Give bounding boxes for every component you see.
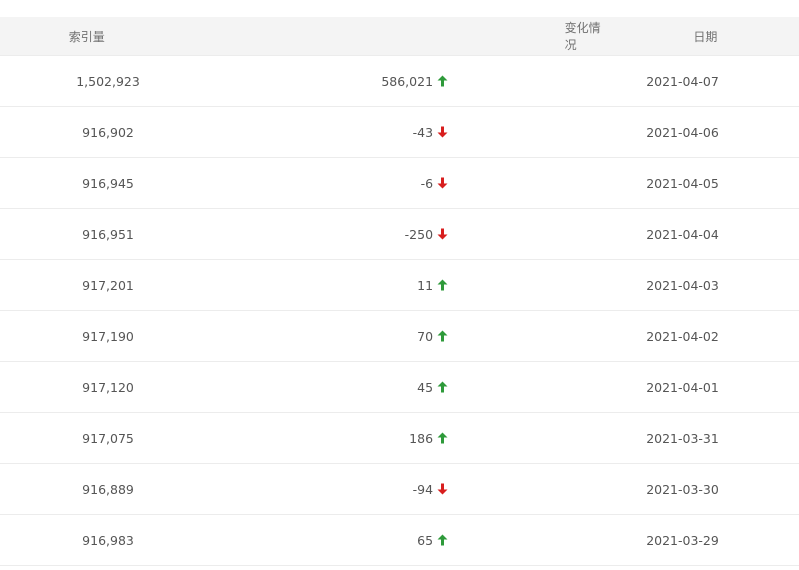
change-value-wrap: 45 (417, 380, 448, 395)
change-cell: 11 (216, 278, 448, 293)
table-row: 916,889 -94 2021-03-30 (0, 464, 799, 515)
date-cell: 2021-04-01 (646, 379, 719, 395)
change-value-wrap: 65 (417, 533, 448, 548)
change-value-wrap: 70 (417, 329, 448, 344)
index-count-cell: 916,889 (82, 481, 134, 497)
change-cell: 586,021 (216, 74, 448, 89)
index-count-cell: 917,201 (82, 277, 134, 293)
change-value: -6 (420, 175, 434, 191)
date-cell: 2021-03-30 (646, 481, 719, 497)
arrow-down-icon (437, 228, 448, 240)
change-value-wrap: 586,021 (381, 74, 448, 89)
header-date[interactable]: 日期 (612, 28, 799, 45)
arrow-up-icon (437, 75, 448, 87)
arrow-up-icon (437, 432, 448, 444)
index-count-cell: 916,951 (82, 226, 134, 242)
change-value: 70 (417, 328, 434, 344)
change-value-wrap: 186 (409, 431, 448, 446)
index-count-cell: 916,945 (82, 175, 134, 191)
date-cell: 2021-04-03 (646, 277, 719, 293)
index-count-cell: 916,902 (82, 124, 134, 140)
table-row: 917,201 11 2021-04-03 (0, 260, 799, 311)
change-value-wrap: -43 (413, 125, 448, 140)
table-body: 1,502,923 586,021 2021-04-07 916,902 -43 2021… (0, 56, 799, 566)
index-history-table: 索引量 变化情况 日期 1,502,923 586,021 2021-04-07 91… (0, 17, 799, 566)
change-value: -250 (404, 226, 434, 242)
date-cell: 2021-04-02 (646, 328, 719, 344)
change-value-wrap: -250 (405, 227, 448, 242)
index-count-cell: 917,075 (82, 430, 134, 446)
index-count-cell: 917,190 (82, 328, 134, 344)
change-value: 186 (409, 430, 434, 446)
change-value: 65 (417, 532, 434, 548)
change-cell: -43 (216, 125, 448, 140)
arrow-down-icon (437, 126, 448, 138)
table-row: 917,075 186 2021-03-31 (0, 413, 799, 464)
table-row: 916,902 -43 2021-04-06 (0, 107, 799, 158)
index-count-cell: 916,983 (82, 532, 134, 548)
date-cell: 2021-04-05 (646, 175, 719, 191)
table-row: 917,120 45 2021-04-01 (0, 362, 799, 413)
arrow-up-icon (437, 534, 448, 546)
arrow-up-icon (437, 330, 448, 342)
change-cell: 45 (216, 380, 448, 395)
table-row: 916,945 -6 2021-04-05 (0, 158, 799, 209)
change-value: 586,021 (381, 73, 434, 89)
date-cell: 2021-04-07 (646, 73, 719, 89)
arrow-down-icon (437, 177, 448, 189)
date-cell: 2021-04-06 (646, 124, 719, 140)
change-value: 45 (417, 379, 434, 395)
table-row: 917,190 70 2021-04-02 (0, 311, 799, 362)
index-count-cell: 1,502,923 (76, 73, 140, 89)
header-index-count[interactable]: 索引量 (0, 28, 174, 45)
arrow-up-icon (437, 381, 448, 393)
change-cell: 70 (216, 329, 448, 344)
change-value: 11 (417, 277, 434, 293)
arrow-up-icon (437, 279, 448, 291)
change-value-wrap: 11 (417, 278, 448, 293)
change-value: -94 (412, 481, 434, 497)
change-cell: -6 (216, 176, 448, 191)
date-cell: 2021-03-29 (646, 532, 719, 548)
table-header: 索引量 变化情况 日期 (0, 17, 799, 56)
table-row: 1,502,923 586,021 2021-04-07 (0, 56, 799, 107)
change-cell: 186 (216, 431, 448, 446)
change-value-wrap: -94 (413, 482, 448, 497)
date-cell: 2021-03-31 (646, 430, 719, 446)
table-row: 916,983 65 2021-03-29 (0, 515, 799, 566)
index-count-cell: 917,120 (82, 379, 134, 395)
change-cell: -250 (216, 227, 448, 242)
change-cell: 65 (216, 533, 448, 548)
arrow-down-icon (437, 483, 448, 495)
change-value-wrap: -6 (421, 176, 448, 191)
date-cell: 2021-04-04 (646, 226, 719, 242)
change-value: -43 (412, 124, 434, 140)
header-change[interactable]: 变化情况 (174, 19, 612, 53)
change-cell: -94 (216, 482, 448, 497)
table-row: 916,951 -250 2021-04-04 (0, 209, 799, 260)
